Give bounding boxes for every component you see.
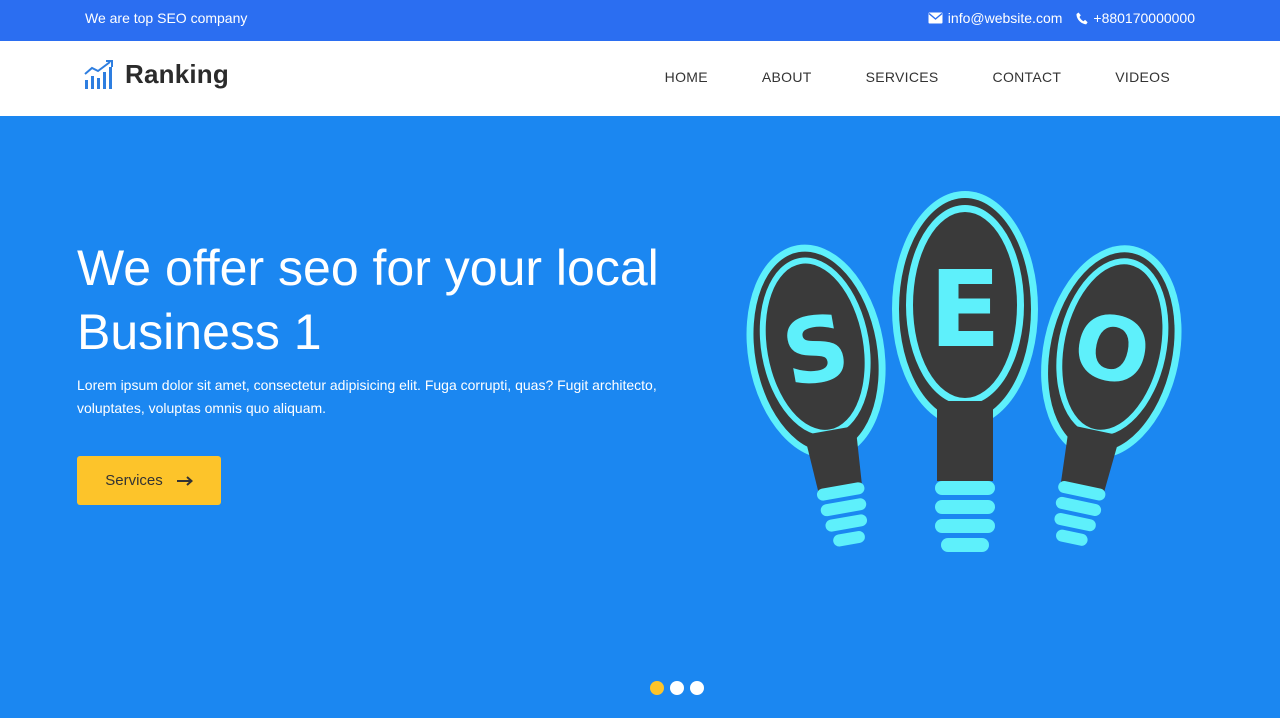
hero-description: Lorem ipsum dolor sit amet, consectetur … (77, 377, 657, 416)
slider-dot-2[interactable] (670, 681, 684, 695)
nav-home[interactable]: HOME (665, 69, 708, 85)
services-button[interactable]: Services (77, 456, 221, 505)
bulb-s: S (746, 244, 886, 547)
email-text[interactable]: info@website.com (948, 10, 1063, 26)
nav-about[interactable]: ABOUT (762, 69, 812, 85)
hero-title-line-1: We offer seo for your local (77, 240, 659, 296)
main-header: Ranking HOME ABOUT SERVICES CONTACT VIDE… (0, 41, 1280, 116)
envelope-icon (928, 12, 943, 24)
logo-text: Ranking (125, 59, 229, 89)
bulb-e-letter: E (929, 249, 1001, 371)
logo[interactable]: Ranking (84, 59, 229, 90)
bulb-e: E (892, 191, 1038, 552)
nav-videos[interactable]: VIDEOS (1115, 69, 1170, 85)
hero-title-line-2: Business 1 (77, 304, 322, 360)
tagline: We are top SEO company (85, 10, 248, 26)
hero-slider: We offer seo for your local Business 1 L… (0, 116, 1280, 718)
phone-icon (1076, 12, 1088, 24)
phone-text[interactable]: +880170000000 (1093, 10, 1195, 26)
nav-contact[interactable]: CONTACT (993, 69, 1062, 85)
slider-dot-3[interactable] (690, 681, 704, 695)
hero-title: We offer seo for your local Business 1 (77, 236, 697, 364)
top-bar: We are top SEO company info@website.com … (0, 0, 1280, 41)
arrow-right-icon (176, 475, 193, 486)
phone-link[interactable]: +880170000000 (1076, 10, 1195, 26)
nav-services[interactable]: SERVICES (866, 69, 939, 85)
services-button-label: Services (105, 472, 163, 489)
seo-lightbulbs-illustration: S E O (746, 191, 1182, 552)
email-link[interactable]: info@website.com (928, 10, 1063, 26)
main-nav: HOME ABOUT SERVICES CONTACT VIDEOS (665, 69, 1170, 85)
bar-chart-logo-icon (84, 59, 113, 89)
contact-info: info@website.com +880170000000 (928, 10, 1195, 26)
slider-dot-1[interactable] (650, 681, 664, 695)
slider-dots (650, 681, 704, 695)
